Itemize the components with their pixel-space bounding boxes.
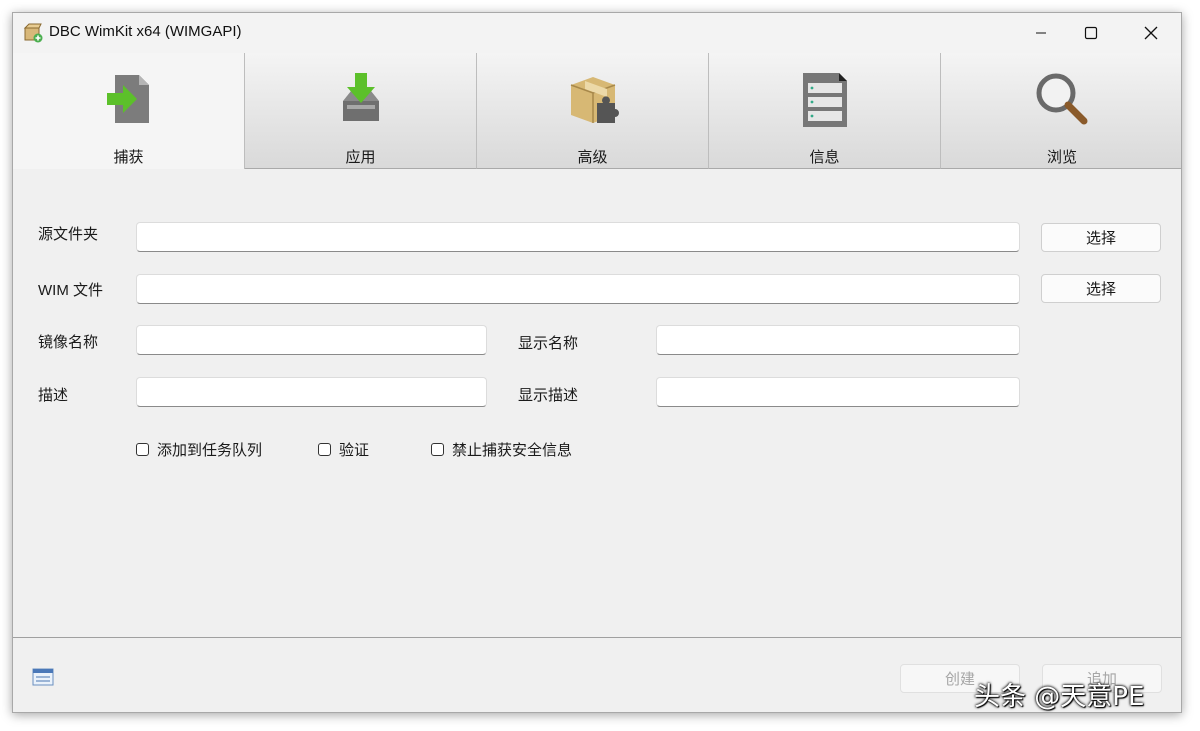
maximize-icon — [1084, 26, 1098, 40]
checkbox-verify[interactable]: 验证 — [318, 439, 369, 460]
select-wim-button[interactable]: 选择 — [1041, 274, 1161, 303]
capture-arrow-icon — [106, 75, 149, 123]
window-title: DBC WimKit x64 (WIMGAPI) — [49, 23, 242, 40]
tab-capture-label: 捕获 — [113, 148, 144, 166]
checkbox-box[interactable] — [431, 443, 444, 456]
app-window: DBC WimKit x64 (WIMGAPI) 捕获 应用 高级 信息 浏览 … — [12, 12, 1182, 713]
source-folder-input[interactable] — [136, 222, 1020, 252]
source-folder-label: 源文件夹 — [38, 225, 99, 243]
close-icon — [1144, 26, 1158, 40]
minimize-button[interactable] — [1013, 13, 1069, 53]
wim-file-input[interactable] — [136, 274, 1020, 304]
tab-apply[interactable]: 应用 — [245, 53, 477, 169]
download-tray-icon — [342, 73, 379, 121]
main-tab-bar: 捕获 应用 高级 信息 浏览 — [13, 53, 1181, 169]
wim-file-label: WIM 文件 — [38, 282, 103, 299]
display-name-input[interactable] — [656, 325, 1020, 355]
tab-info-label: 信息 — [809, 148, 840, 166]
select-source-button[interactable]: 选择 — [1041, 223, 1161, 252]
description-label: 描述 — [38, 386, 69, 404]
maximize-button[interactable] — [1063, 13, 1119, 53]
checkbox-no-security-info-label: 禁止捕获安全信息 — [452, 441, 573, 459]
footer-divider — [13, 637, 1181, 638]
display-name-label: 显示名称 — [518, 334, 579, 352]
display-description-label: 显示描述 — [518, 386, 579, 404]
description-input[interactable] — [136, 377, 487, 407]
display-description-input[interactable] — [656, 377, 1020, 407]
checkbox-add-to-queue[interactable]: 添加到任务队列 — [136, 439, 262, 460]
image-name-input[interactable] — [136, 325, 487, 355]
package-add-icon — [23, 23, 43, 43]
watermark-text: 头条 @天意PE — [974, 682, 1145, 712]
tab-advanced-label: 高级 — [577, 148, 608, 166]
checkbox-verify-label: 验证 — [339, 441, 370, 459]
title-bar[interactable]: DBC WimKit x64 (WIMGAPI) — [13, 13, 1181, 53]
close-button[interactable] — [1123, 13, 1179, 53]
tab-info[interactable]: 信息 — [709, 53, 941, 169]
checkbox-box[interactable] — [318, 443, 331, 456]
image-name-label: 镜像名称 — [38, 333, 99, 351]
box-puzzle-icon — [570, 77, 619, 123]
tab-browse-label: 浏览 — [1046, 148, 1077, 166]
document-list-icon — [802, 73, 847, 127]
checkbox-no-security-info[interactable]: 禁止捕获安全信息 — [431, 439, 572, 460]
checkbox-add-to-queue-label: 添加到任务队列 — [157, 441, 263, 459]
magnifier-icon — [1036, 73, 1088, 125]
checkbox-box[interactable] — [136, 443, 149, 456]
tab-apply-label: 应用 — [345, 148, 376, 166]
tab-browse[interactable]: 浏览 — [941, 53, 1181, 169]
minimize-icon — [1036, 32, 1046, 34]
status-list-icon[interactable] — [32, 668, 54, 686]
tab-capture[interactable]: 捕获 — [13, 53, 245, 169]
tab-advanced[interactable]: 高级 — [477, 53, 709, 169]
